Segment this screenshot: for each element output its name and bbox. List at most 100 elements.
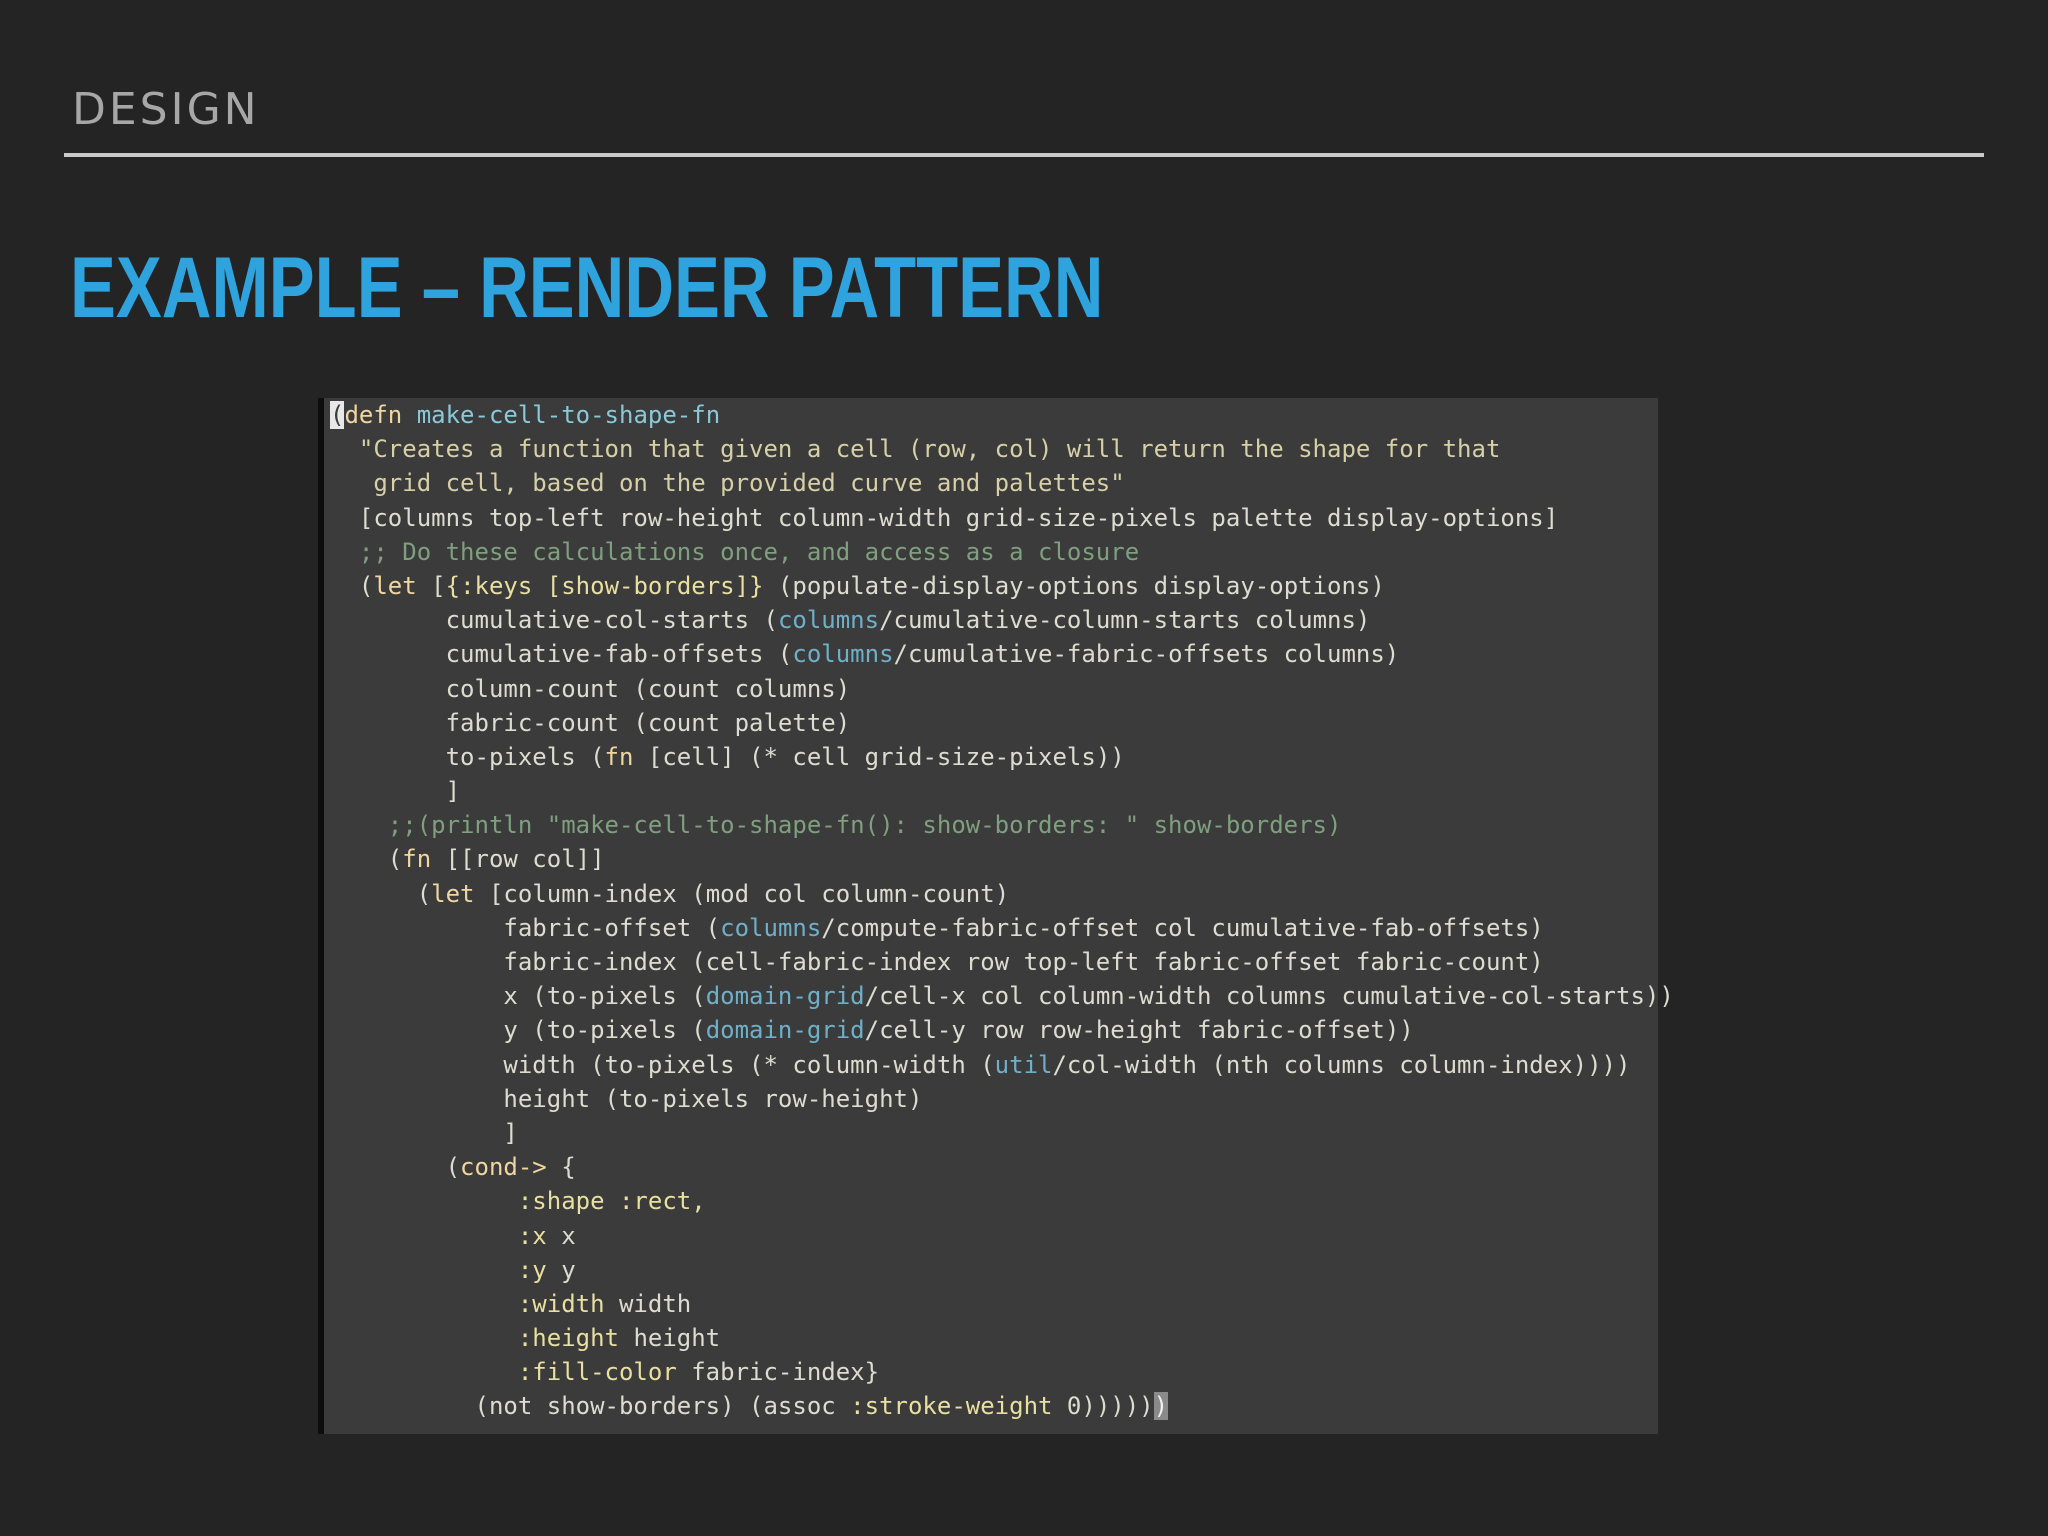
code-line: :shape :rect,	[330, 1184, 1674, 1218]
code-token: (populate-display-options display-option…	[763, 571, 1385, 600]
code-token: /cell-x col column-width columns cumulat…	[864, 982, 1674, 1011]
code-token: :fill-color	[330, 1358, 692, 1387]
code-token: grid cell, based on the provided curve a…	[330, 469, 1125, 498]
code-token: :x	[330, 1221, 562, 1250]
code-token: fabric-count (count palette)	[330, 708, 851, 737]
code-line: (fn [[row col]]	[330, 842, 1674, 876]
code-token: {:keys [show-borders]}	[445, 571, 764, 600]
code-token: /cumulative-fabric-offsets columns)	[893, 640, 1400, 669]
code-line: to-pixels (fn [cell] (* cell grid-size-p…	[330, 740, 1674, 774]
code-line: ]	[330, 774, 1674, 808]
code-block: (defn make-cell-to-shape-fn "Creates a f…	[330, 398, 1674, 1424]
code-token: (	[330, 879, 432, 908]
code-line: height (to-pixels row-height)	[330, 1082, 1674, 1116]
section-label: DESIGN	[72, 84, 260, 135]
code-token: columns	[792, 640, 894, 669]
code-token: defn	[344, 401, 403, 429]
code-token: let	[431, 879, 475, 908]
code-line: (cond-> {	[330, 1150, 1674, 1184]
code-token: :y	[330, 1255, 562, 1284]
slide: DESIGN EXAMPLE – RENDER PATTERN (defn ma…	[0, 0, 2048, 1536]
code-token: [column-index (mod col column-count)	[474, 879, 1010, 908]
code-token: domain-grid	[705, 1016, 865, 1045]
code-token: [columns top-left row-height column-widt…	[330, 503, 1559, 532]
code-token: width (to-pixels (* column-width (	[330, 1050, 995, 1079]
code-token: ;;(println "make-cell-to-shape-fn(): sho…	[330, 811, 1342, 840]
code-token: height	[633, 1324, 721, 1353]
code-line: column-count (count columns)	[330, 672, 1674, 706]
code-line: :y y	[330, 1253, 1674, 1287]
code-token: (not show-borders) (assoc	[330, 1392, 851, 1421]
code-line: x (to-pixels (domain-grid/cell-x col col…	[330, 979, 1674, 1013]
code-line: :width width	[330, 1287, 1674, 1321]
code-token: cond->	[460, 1153, 547, 1182]
code-token: ]	[330, 1118, 518, 1147]
code-token: y (to-pixels (	[330, 1016, 706, 1045]
code-token: :height	[330, 1324, 634, 1353]
code-line: ;;(println "make-cell-to-shape-fn(): sho…	[330, 808, 1674, 842]
code-token: :stroke-weight	[850, 1392, 1053, 1421]
code-token: columns	[720, 913, 822, 942]
code-line: (let [column-index (mod col column-count…	[330, 877, 1674, 911]
code-token: (	[330, 845, 403, 874]
code-token: domain-grid	[705, 982, 865, 1011]
text-cursor: (	[330, 401, 345, 429]
code-token: height (to-pixels row-height)	[330, 1084, 923, 1113]
code-line: :x x	[330, 1219, 1674, 1253]
code-token: fabric-index}	[691, 1358, 880, 1387]
slide-title: EXAMPLE – RENDER PATTERN	[70, 240, 1104, 336]
code-line: fabric-offset (columns/compute-fabric-of…	[330, 911, 1674, 945]
code-token: /col-width (nth columns column-index))))	[1052, 1050, 1631, 1079]
code-line: (let [{:keys [show-borders]} (populate-d…	[330, 569, 1674, 603]
code-token: /cell-y row row-height fabric-offset))	[864, 1016, 1414, 1045]
code-token: y	[561, 1255, 576, 1284]
code-token: to-pixels (	[330, 742, 605, 771]
code-token: [cell] (* cell grid-size-pixels))	[633, 742, 1125, 771]
code-line: ]	[330, 1116, 1674, 1150]
code-line: fabric-index (cell-fabric-index row top-…	[330, 945, 1674, 979]
code-token: (	[330, 571, 374, 600]
code-token: column-count (count columns)	[330, 674, 851, 703]
code-token: ]	[330, 777, 461, 806]
code-token: columns	[777, 606, 880, 635]
code-line: :height height	[330, 1321, 1674, 1355]
code-token: cumulative-col-starts (	[330, 606, 778, 635]
code-line: width (to-pixels (* column-width (util/c…	[330, 1048, 1674, 1082]
code-line: ;; Do these calculations once, and acces…	[330, 535, 1674, 569]
code-line: grid cell, based on the provided curve a…	[330, 466, 1674, 500]
code-token: :width	[330, 1289, 619, 1318]
code-line: (not show-borders) (assoc :stroke-weight…	[330, 1389, 1674, 1423]
code-token: x (to-pixels (	[330, 982, 706, 1011]
code-line: y (to-pixels (domain-grid/cell-y row row…	[330, 1013, 1674, 1047]
code-line: cumulative-col-starts (columns/cumulativ…	[330, 603, 1674, 637]
code-token: fabric-offset (	[330, 913, 721, 942]
code-token: cumulative-fab-offsets (	[330, 640, 793, 669]
code-token: /compute-fabric-offset col cumulative-fa…	[821, 913, 1544, 942]
code-token: 0)))))	[1052, 1392, 1154, 1421]
code-token: /cumulative-column-starts columns)	[879, 606, 1371, 635]
code-line: "Creates a function that given a cell (r…	[330, 432, 1674, 466]
code-token: [[row col]]	[431, 845, 605, 874]
code-token: make-cell-to-shape-fn	[416, 401, 721, 429]
code-token: fn	[402, 845, 432, 874]
code-token: :shape :rect,	[330, 1187, 706, 1216]
code-token: fabric-index (cell-fabric-index row top-…	[330, 948, 1544, 976]
text-cursor: )	[1153, 1392, 1169, 1421]
code-token: "Creates a function that given a cell (r…	[330, 435, 1501, 464]
code-token: fn	[604, 742, 634, 771]
code-token: ;; Do these calculations once, and acces…	[330, 537, 1140, 566]
code-token: x	[561, 1221, 576, 1250]
code-screenshot: (defn make-cell-to-shape-fn "Creates a f…	[318, 398, 1674, 1434]
code-line: cumulative-fab-offsets (columns/cumulati…	[330, 637, 1674, 671]
code-token: {	[546, 1153, 576, 1182]
code-token: util	[994, 1050, 1053, 1079]
code-line: [columns top-left row-height column-widt…	[330, 501, 1674, 535]
code-token: width	[618, 1289, 692, 1318]
code-token: (	[330, 1153, 461, 1182]
header-divider	[64, 153, 1984, 157]
code-line: (defn make-cell-to-shape-fn	[330, 398, 1674, 432]
code-line: fabric-count (count palette)	[330, 706, 1674, 740]
code-token: [	[416, 571, 446, 600]
code-token: let	[373, 571, 417, 600]
